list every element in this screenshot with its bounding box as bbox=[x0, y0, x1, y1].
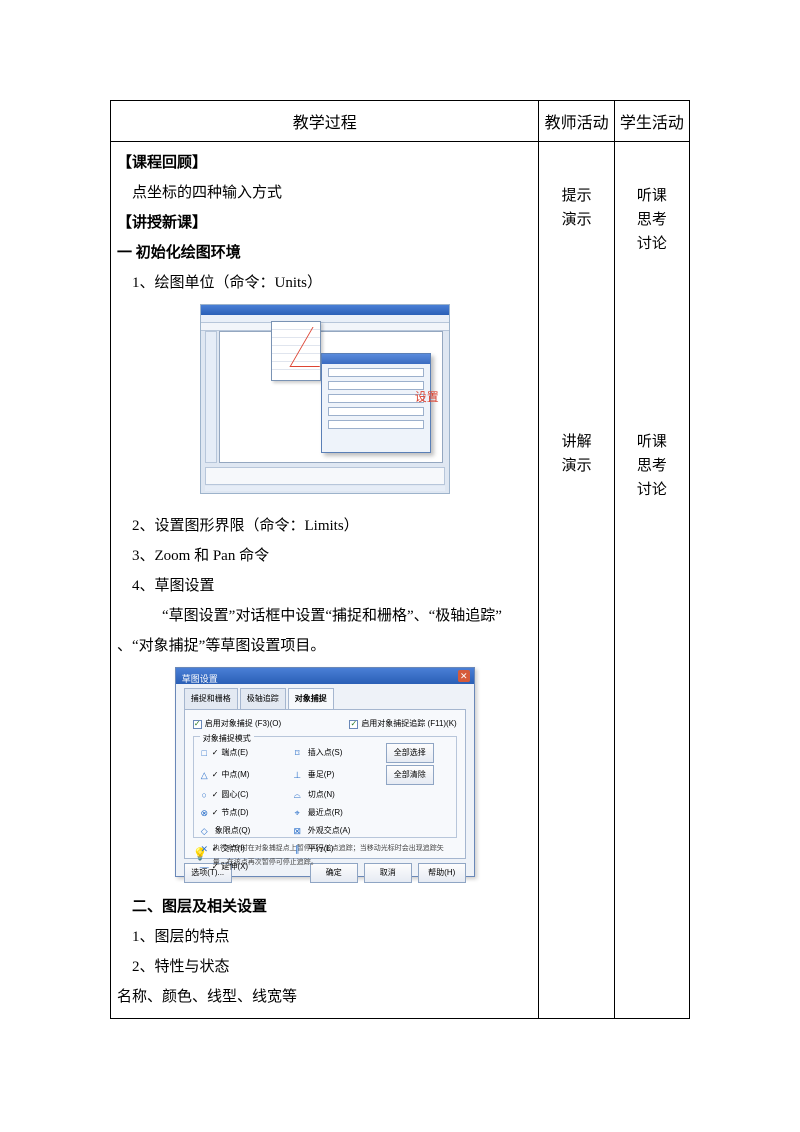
opt-quadrant[interactable]: ◇象限点(Q) bbox=[200, 823, 287, 839]
osnap-mode-group: 对象捕捉模式 □✓端点(E) ⌑插入点(S) 全部选择 △✓中点(M) ⊥垂足(… bbox=[193, 736, 457, 838]
review-heading: 【课程回顾】 bbox=[117, 148, 532, 178]
opt-nearest[interactable]: ⌖最近点(R) bbox=[293, 805, 380, 821]
opt-parallel[interactable]: ∥平行(L) bbox=[293, 841, 380, 857]
ss1-status-bar bbox=[205, 486, 445, 491]
ss1-annotation-label: 设置 bbox=[415, 385, 439, 409]
opt-perpendicular[interactable]: ⊥垂足(P) bbox=[293, 765, 380, 785]
lesson-table: 教学过程 教师活动 学生活动 【课程回顾】 点坐标的四种输入方式 【讲授新课】 … bbox=[110, 100, 690, 1019]
sec1-item4-desc-b: 、“对象捕捉”等草图设置项目。 bbox=[117, 631, 532, 661]
teacher-activity-1: 提示 演示 bbox=[539, 184, 613, 232]
section1-heading: 一 初始化绘图环境 bbox=[117, 238, 532, 268]
opt-intersection[interactable]: ✕✓交点(I) bbox=[200, 841, 287, 857]
sec1-item1: 1、绘图单位（命令：Units） bbox=[117, 268, 532, 298]
opt-tangent[interactable]: ⌓切点(N) bbox=[293, 787, 380, 803]
opt-center[interactable]: ○✓圆心(C) bbox=[200, 787, 287, 803]
student-activity-2: 听课 思考 讨论 bbox=[615, 430, 689, 502]
sec2-item3: 名称、颜色、线型、线宽等 bbox=[117, 982, 532, 1012]
tab-snap-grid[interactable]: 捕捉和栅格 bbox=[184, 688, 238, 709]
table-header-row: 教学过程 教师活动 学生活动 bbox=[111, 101, 690, 142]
ss2-tabs: 捕捉和栅格 极轴追踪 对象捕捉 bbox=[184, 688, 466, 709]
ss1-menu-dropdown bbox=[271, 321, 321, 381]
new-lesson-heading: 【讲授新课】 bbox=[117, 208, 532, 238]
tab-polar[interactable]: 极轴追踪 bbox=[240, 688, 286, 709]
ss1-menubar bbox=[201, 315, 449, 323]
teacher-activity-2: 讲解 演示 bbox=[539, 430, 613, 478]
screenshot1-wrap: 设置 bbox=[117, 304, 532, 505]
opt-node[interactable]: ⊗✓节点(D) bbox=[200, 805, 287, 821]
page: 教学过程 教师活动 学生活动 【课程回顾】 点坐标的四种输入方式 【讲授新课】 … bbox=[0, 0, 800, 1069]
sec1-item4: 4、草图设置 bbox=[117, 571, 532, 601]
ss1-toolbar bbox=[201, 323, 449, 331]
ss1-dialog-title bbox=[322, 354, 430, 364]
header-teacher: 教师活动 bbox=[539, 101, 614, 142]
enable-osnap-track-checkbox[interactable]: ✓启用对象捕捉追踪 (F11)(K) bbox=[349, 716, 456, 732]
sec1-item3: 3、Zoom 和 Pan 命令 bbox=[117, 541, 532, 571]
select-all-button[interactable]: 全部选择 bbox=[386, 743, 434, 763]
header-student: 学生活动 bbox=[614, 101, 689, 142]
ss1-left-tools bbox=[205, 331, 217, 463]
sec1-item2: 2、设置图形界限（命令：Limits） bbox=[117, 511, 532, 541]
sec2-item2: 2、特性与状态 bbox=[117, 952, 532, 982]
sec2-item1: 1、图层的特点 bbox=[117, 922, 532, 952]
opt-extension[interactable]: —✓延伸(X) bbox=[200, 859, 287, 875]
section2-heading: 二、图层及相关设置 bbox=[117, 892, 532, 922]
ss2-title: 草图设置 bbox=[182, 674, 218, 684]
sec1-item4-desc-a: “草图设置”对话框中设置“捕捉和栅格”、“极轴追踪” bbox=[117, 601, 532, 631]
teacher-activity-cell: 提示 演示 讲解 演示 bbox=[539, 142, 614, 1019]
header-process: 教学过程 bbox=[111, 101, 539, 142]
student-activity-1: 听课 思考 讨论 bbox=[615, 184, 689, 256]
ss1-titlebar bbox=[201, 305, 449, 315]
opt-apparent[interactable]: ⊠外观交点(A) bbox=[293, 823, 380, 839]
ss2-titlebar: 草图设置 ✕ bbox=[176, 668, 474, 684]
clear-all-button[interactable]: 全部清除 bbox=[386, 765, 434, 785]
screenshot2-wrap: 草图设置 ✕ 捕捉和栅格 极轴追踪 对象捕捉 ✓启用对象捕捉 (F3)(O) bbox=[117, 667, 532, 886]
student-activity-cell: 听课 思考 讨论 听课 思考 讨论 bbox=[614, 142, 689, 1019]
table-body-row: 【课程回顾】 点坐标的四种输入方式 【讲授新课】 一 初始化绘图环境 1、绘图单… bbox=[111, 142, 690, 1019]
content-cell: 【课程回顾】 点坐标的四种输入方式 【讲授新课】 一 初始化绘图环境 1、绘图单… bbox=[111, 142, 539, 1019]
group-title: 对象捕捉模式 bbox=[200, 731, 254, 747]
ss2-panel: ✓启用对象捕捉 (F3)(O) ✓启用对象捕捉追踪 (F11)(K) 对象捕捉模… bbox=[184, 709, 466, 859]
ss1-command-line bbox=[205, 467, 445, 485]
screenshot-osnap-dialog: 草图设置 ✕ 捕捉和栅格 极轴追踪 对象捕捉 ✓启用对象捕捉 (F3)(O) bbox=[175, 667, 475, 877]
opt-midpoint[interactable]: △✓中点(M) bbox=[200, 765, 287, 785]
review-item: 点坐标的四种输入方式 bbox=[117, 178, 532, 208]
screenshot-units-dialog: 设置 bbox=[200, 304, 450, 494]
close-icon[interactable]: ✕ bbox=[458, 670, 470, 682]
tab-osnap[interactable]: 对象捕捉 bbox=[288, 688, 334, 709]
enable-osnap-checkbox[interactable]: ✓启用对象捕捉 (F3)(O) bbox=[193, 716, 281, 732]
opt-insert[interactable]: ⌑插入点(S) bbox=[293, 743, 380, 763]
